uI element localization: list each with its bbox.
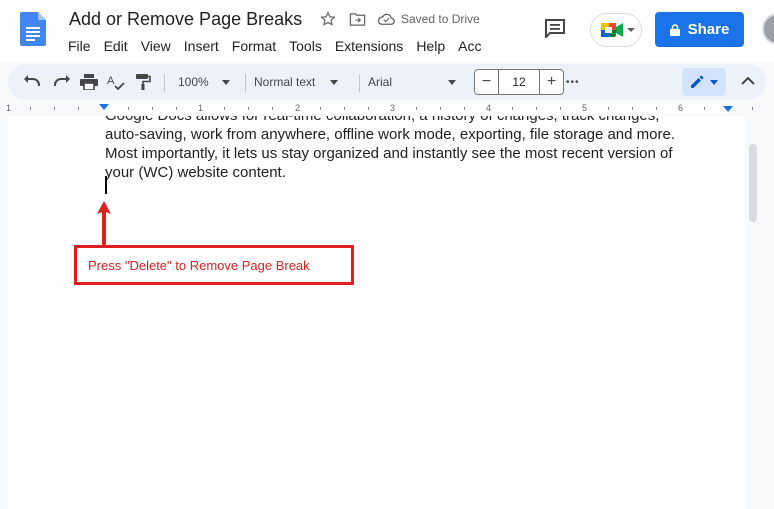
- ruler-tick: [752, 107, 753, 110]
- ruler-tick: [368, 107, 369, 110]
- ruler-tick: [176, 107, 177, 110]
- ruler-tick: [54, 107, 55, 110]
- increase-font-size-button[interactable]: +: [539, 70, 563, 94]
- ruler-number: 3: [390, 103, 396, 113]
- google-docs-window: Add or Remove Page Breaks Saved to Drive…: [0, 0, 774, 509]
- text-line: Most importantly, it lets us stay organi…: [105, 145, 673, 162]
- share-label: Share: [687, 21, 730, 38]
- zoom-caret-icon: [221, 79, 230, 85]
- more-options-button[interactable]: •••: [566, 73, 580, 91]
- annotation-arrow-icon: [97, 201, 111, 245]
- ruler-tick: [440, 107, 441, 110]
- ruler-tick: [536, 107, 537, 110]
- text-line: auto-saving, work from anywhere, offline…: [105, 126, 675, 143]
- menu-tools[interactable]: Tools: [289, 38, 322, 54]
- meet-dropdown-caret-icon: [627, 28, 635, 32]
- ruler-tick: [224, 107, 225, 110]
- horizontal-ruler[interactable]: 1 1 2 3 4 5 6: [0, 102, 774, 116]
- style-caret-icon: [330, 79, 339, 85]
- spellcheck-icon[interactable]: A: [107, 73, 125, 91]
- menu-view[interactable]: View: [141, 38, 171, 54]
- ruler-tick: [78, 107, 79, 110]
- ruler-tick: [272, 107, 273, 110]
- zoom-select[interactable]: 100%: [178, 73, 230, 91]
- ruler-tick: [344, 107, 345, 110]
- document-page[interactable]: Google Docs allows for real-time collabo…: [8, 116, 745, 509]
- toolbar-divider: [245, 74, 246, 92]
- paragraph-style-value: Normal text: [254, 75, 316, 89]
- left-indent-marker-icon[interactable]: [99, 104, 109, 110]
- menu-accessibility[interactable]: Acc: [458, 38, 481, 54]
- editing-mode-caret-icon: [710, 79, 718, 85]
- font-size-input[interactable]: 12: [499, 70, 539, 94]
- move-folder-icon[interactable]: [348, 10, 366, 28]
- menu-bar: File Edit View Insert Format Tools Exten…: [68, 38, 494, 54]
- menu-extensions[interactable]: Extensions: [335, 38, 403, 54]
- undo-icon[interactable]: [24, 73, 42, 91]
- menu-help[interactable]: Help: [416, 38, 445, 54]
- ruler-tick: [512, 107, 513, 110]
- editing-mode-button[interactable]: [682, 68, 726, 96]
- cloud-saved-icon[interactable]: [377, 10, 395, 28]
- ruler-number: 4: [486, 103, 492, 113]
- comment-history-icon[interactable]: [544, 18, 566, 38]
- title-actions: Saved to Drive: [319, 10, 480, 28]
- document-title[interactable]: Add or Remove Page Breaks: [69, 9, 302, 30]
- meet-button[interactable]: [590, 13, 642, 47]
- right-indent-marker-icon[interactable]: [723, 106, 733, 112]
- font-caret-icon: [448, 79, 456, 85]
- star-icon[interactable]: [319, 10, 337, 28]
- paint-format-icon[interactable]: [135, 73, 151, 91]
- menu-format[interactable]: Format: [232, 38, 276, 54]
- docs-logo-icon[interactable]: [20, 12, 46, 46]
- ruler-tick: [248, 107, 249, 110]
- font-family-select[interactable]: Arial: [368, 73, 456, 91]
- ruler-tick: [320, 107, 321, 110]
- decrease-font-size-button[interactable]: −: [475, 70, 499, 94]
- text-line: Google Docs allows for real-time collabo…: [105, 116, 725, 125]
- ruler-number: 2: [295, 103, 301, 113]
- ruler-tick: [560, 107, 561, 110]
- annotation-text: Press "Delete" to Remove Page Break: [88, 257, 310, 273]
- ruler-tick: [464, 107, 465, 110]
- saved-status: Saved to Drive: [401, 12, 480, 26]
- zoom-value: 100%: [178, 75, 209, 89]
- toolbar-divider: [359, 74, 360, 92]
- redo-icon[interactable]: [52, 73, 70, 91]
- ruler-number: 5: [582, 103, 588, 113]
- ruler-tick: [632, 107, 633, 110]
- menu-edit[interactable]: Edit: [104, 38, 128, 54]
- ruler-tick: [152, 107, 153, 110]
- toolbar-divider: [164, 74, 165, 92]
- menu-insert[interactable]: Insert: [184, 38, 219, 54]
- annotation-callout: Press "Delete" to Remove Page Break: [74, 245, 354, 285]
- ruler-tick: [656, 107, 657, 110]
- ruler-number: 6: [678, 103, 684, 113]
- share-button[interactable]: Share: [655, 12, 744, 47]
- ruler-tick: [30, 107, 31, 110]
- ruler-tick: [704, 107, 705, 110]
- ruler-number: 1: [198, 103, 204, 113]
- scrollbar-thumb[interactable]: [749, 144, 757, 222]
- ruler-number: 1: [6, 103, 12, 113]
- font-size-control: − 12 +: [474, 69, 564, 95]
- svg-text:A: A: [107, 75, 115, 87]
- ruler-tick: [608, 107, 609, 110]
- print-icon[interactable]: [80, 73, 98, 91]
- menu-file[interactable]: File: [68, 38, 91, 54]
- font-family-value: Arial: [368, 75, 393, 89]
- ruler-tick: [416, 107, 417, 110]
- text-cursor: [105, 176, 107, 194]
- ruler-tick: [128, 107, 129, 110]
- meet-icon: [601, 23, 623, 37]
- header-bar: Add or Remove Page Breaks Saved to Drive…: [0, 0, 774, 62]
- text-line: your (WC) website content.: [105, 164, 286, 181]
- paragraph-style-select[interactable]: Normal text: [254, 73, 339, 91]
- pencil-icon: [691, 75, 704, 88]
- formatting-toolbar: A 100% Normal text Arial − 12 + •••: [8, 64, 766, 100]
- lock-icon: [669, 23, 680, 36]
- document-body[interactable]: Google Docs allows for real-time collabo…: [105, 116, 725, 182]
- hide-menus-icon[interactable]: [741, 73, 755, 91]
